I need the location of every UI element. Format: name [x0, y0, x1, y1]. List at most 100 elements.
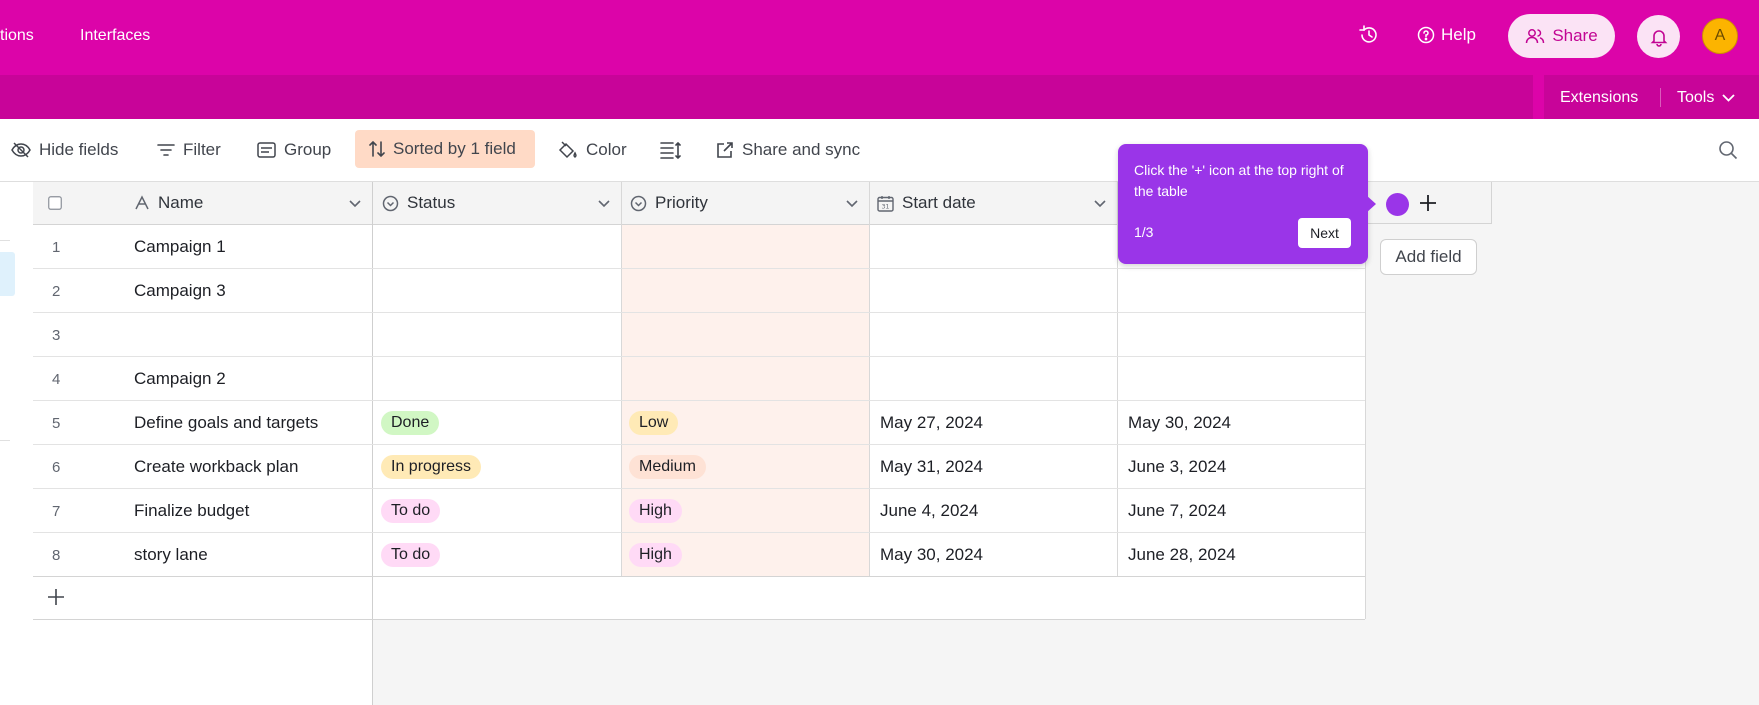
column-header-start-date-label: Start date	[902, 193, 976, 212]
group-icon	[257, 142, 276, 158]
tools-label: Tools	[1677, 89, 1715, 106]
sort-icon	[369, 140, 385, 158]
avatar[interactable]: A	[1702, 18, 1738, 54]
cell-end-date[interactable]: June 3, 2024	[1128, 445, 1226, 489]
users-icon	[1526, 29, 1545, 44]
cell-priority[interactable]: Low	[629, 401, 679, 445]
plus-icon	[48, 589, 64, 605]
cell-status[interactable]: To do	[381, 489, 441, 533]
nav-automations[interactable]: tions	[0, 27, 34, 45]
add-field-tooltip: Add field	[1380, 239, 1477, 275]
row-number: 5	[52, 414, 61, 432]
guide-tooltip: Click the '+' icon at the top right of t…	[1118, 144, 1368, 264]
cell-priority[interactable]: Medium	[629, 445, 706, 489]
cell-name[interactable]: Finalize budget	[134, 489, 249, 533]
bell-icon	[1650, 29, 1667, 47]
single-select-icon	[630, 195, 647, 211]
row-number: 8	[52, 546, 61, 564]
column-header-priority[interactable]: Priority	[630, 182, 869, 224]
help-icon	[1417, 26, 1435, 44]
row-number: 3	[52, 326, 61, 344]
search-icon[interactable]	[1718, 140, 1738, 165]
help-label: Help	[1441, 25, 1476, 44]
divider	[0, 440, 10, 441]
chevron-down-icon[interactable]	[597, 196, 611, 210]
guide-next-button[interactable]: Next	[1298, 218, 1351, 248]
share-sync-button[interactable]: Share and sync	[716, 138, 860, 162]
row-divider	[33, 619, 1365, 620]
column-header-name-label: Name	[158, 193, 204, 212]
cell-status[interactable]: Done	[381, 401, 440, 445]
sidebar-selected-item[interactable]	[0, 252, 15, 296]
row-divider	[33, 268, 1365, 269]
chevron-down-icon[interactable]	[348, 196, 362, 210]
tools-button[interactable]: Tools	[1677, 89, 1735, 107]
cell-priority[interactable]: High	[629, 533, 682, 577]
priority-badge: Medium	[629, 455, 706, 479]
column-header-status-label: Status	[407, 193, 456, 212]
color-button[interactable]: Color	[557, 138, 627, 162]
column-header-priority-label: Priority	[655, 193, 708, 212]
filter-label: Filter	[183, 140, 221, 159]
notifications-button[interactable]	[1637, 15, 1680, 58]
cell-end-date[interactable]: June 28, 2024	[1128, 533, 1236, 577]
filter-button[interactable]: Filter	[157, 138, 221, 162]
row-height-icon	[660, 141, 681, 159]
share-button[interactable]: Share	[1508, 14, 1615, 58]
cell-end-date[interactable]: June 7, 2024	[1128, 489, 1226, 533]
paint-bucket-icon	[558, 140, 577, 158]
cell-name[interactable]: Campaign 2	[134, 357, 226, 401]
row-number: 6	[52, 458, 61, 476]
column-header-status[interactable]: Status	[382, 182, 621, 224]
status-badge: Done	[381, 411, 440, 435]
help-button[interactable]: Help	[1417, 25, 1476, 45]
cell-start-date[interactable]: May 27, 2024	[880, 401, 983, 445]
column-header-name[interactable]: Name	[134, 182, 372, 224]
row-height-button[interactable]	[660, 138, 682, 162]
share-label: Share	[1552, 26, 1598, 45]
cell-start-date[interactable]: June 4, 2024	[880, 489, 978, 533]
add-record-button[interactable]	[47, 588, 65, 611]
group-label: Group	[284, 140, 332, 159]
cell-priority[interactable]: High	[629, 489, 682, 533]
column-header-start-date[interactable]: 31 Start date	[877, 182, 1117, 224]
history-icon[interactable]	[1358, 24, 1380, 51]
extensions-button[interactable]: Extensions	[1560, 89, 1638, 107]
row-divider	[33, 356, 1365, 357]
filter-icon	[157, 144, 175, 156]
svg-text:31: 31	[882, 203, 890, 210]
plus-icon	[1420, 195, 1436, 211]
chevron-down-icon[interactable]	[845, 196, 859, 210]
bar-divider	[1533, 75, 1544, 119]
cell-start-date[interactable]: May 31, 2024	[880, 445, 983, 489]
single-select-icon	[382, 195, 399, 211]
cell-name[interactable]: Create workback plan	[134, 445, 298, 489]
eye-off-icon	[11, 142, 31, 158]
cell-end-date[interactable]: May 30, 2024	[1128, 401, 1231, 445]
select-all-checkbox[interactable]	[48, 182, 72, 224]
guide-beacon[interactable]	[1386, 193, 1409, 216]
status-badge: To do	[381, 543, 441, 567]
hide-fields-button[interactable]: Hide fields	[11, 138, 118, 162]
nav-interfaces[interactable]: Interfaces	[80, 27, 150, 45]
cell-name[interactable]: Campaign 1	[134, 225, 226, 269]
row-divider	[33, 312, 1365, 313]
cell-name[interactable]: story lane	[134, 533, 208, 577]
divider	[0, 240, 10, 241]
table-tabs-bar	[0, 75, 1759, 119]
cell-status[interactable]: In progress	[381, 445, 482, 489]
column-divider	[869, 182, 870, 577]
add-field-button[interactable]	[1418, 193, 1438, 218]
cell-name[interactable]: Define goals and targets	[134, 401, 318, 445]
sort-button[interactable]: Sorted by 1 field	[355, 130, 535, 168]
share-sync-label: Share and sync	[742, 140, 861, 159]
top-bar	[0, 0, 1759, 75]
divider	[1660, 88, 1661, 107]
cell-status[interactable]: To do	[381, 533, 441, 577]
cell-name[interactable]: Campaign 3	[134, 269, 226, 313]
hide-fields-label: Hide fields	[39, 140, 119, 159]
cell-start-date[interactable]: May 30, 2024	[880, 533, 983, 577]
chevron-down-icon	[1722, 94, 1735, 102]
group-button[interactable]: Group	[257, 138, 331, 162]
chevron-down-icon[interactable]	[1093, 196, 1107, 210]
